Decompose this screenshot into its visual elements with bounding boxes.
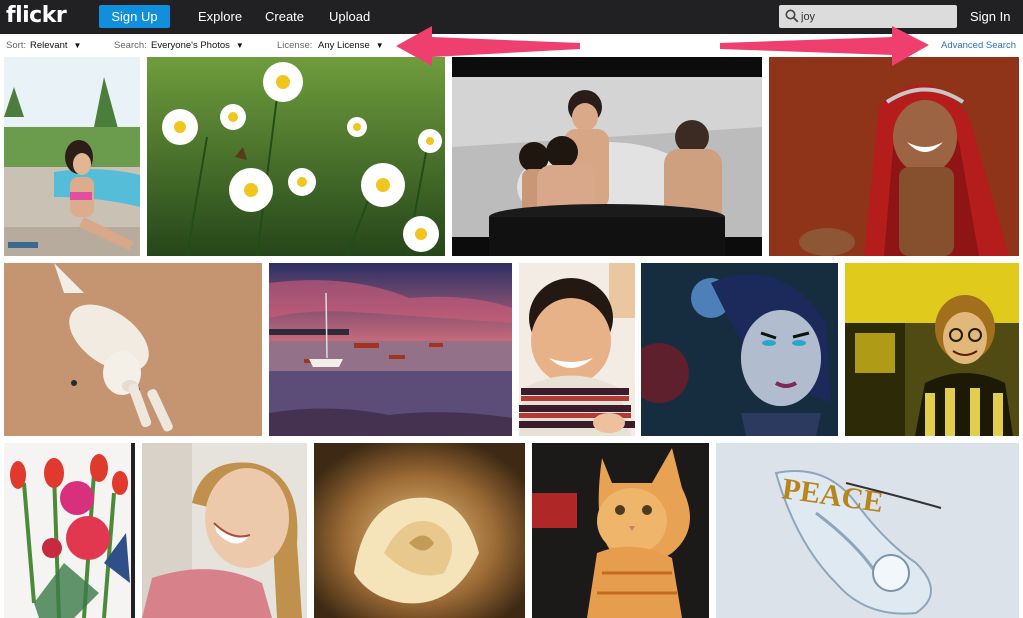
license-label: License: [277, 40, 313, 51]
photo-tile[interactable] [532, 443, 709, 618]
photo-tile[interactable] [4, 443, 135, 618]
search-input[interactable] [801, 8, 951, 25]
photo-tile[interactable] [4, 263, 262, 436]
photo-tile[interactable] [269, 263, 512, 436]
sign-up-button[interactable]: Sign Up [99, 5, 170, 28]
search-scope-value: Everyone's Photos [151, 40, 230, 51]
search-scope-dropdown[interactable]: Everyone's Photos ▼ [151, 40, 244, 51]
caret-down-icon: ▼ [235, 41, 244, 50]
top-nav-bar: flickr Sign Up Explore Create Upload Sig… [0, 0, 1023, 34]
photo-tile[interactable] [845, 263, 1019, 436]
sort-label: Sort: [6, 40, 27, 51]
license-value: Any License [318, 40, 370, 51]
photo-tile[interactable] [452, 57, 762, 256]
search-scope-label: Search: [114, 40, 147, 51]
photo-tile[interactable] [147, 57, 445, 256]
nav-upload[interactable]: Upload [329, 9, 370, 24]
photo-tile[interactable] [142, 443, 307, 618]
sort-dropdown[interactable]: Relevant ▼ [30, 40, 81, 51]
search-filter-bar: Sort: Relevant ▼ Search: Everyone's Photo… [0, 34, 1023, 56]
sign-in-link[interactable]: Sign In [970, 9, 1010, 24]
caret-down-icon: ▼ [73, 41, 82, 50]
flickr-logo[interactable]: flickr [6, 3, 67, 28]
advanced-search-link[interactable]: Advanced Search [941, 40, 1016, 51]
photo-tile[interactable] [4, 57, 140, 256]
search-icon [785, 9, 799, 23]
photo-tile[interactable] [769, 57, 1019, 256]
photo-tile[interactable] [641, 263, 838, 436]
nav-explore[interactable]: Explore [198, 9, 242, 24]
photo-tile[interactable]: PEACE [716, 443, 1019, 618]
search-box[interactable] [779, 5, 957, 28]
caret-down-icon: ▼ [375, 41, 384, 50]
sort-value: Relevant [30, 40, 68, 51]
license-dropdown[interactable]: Any License ▼ [318, 40, 384, 51]
photo-tile[interactable] [314, 443, 525, 618]
photo-tile[interactable] [519, 263, 635, 436]
nav-create[interactable]: Create [265, 9, 304, 24]
